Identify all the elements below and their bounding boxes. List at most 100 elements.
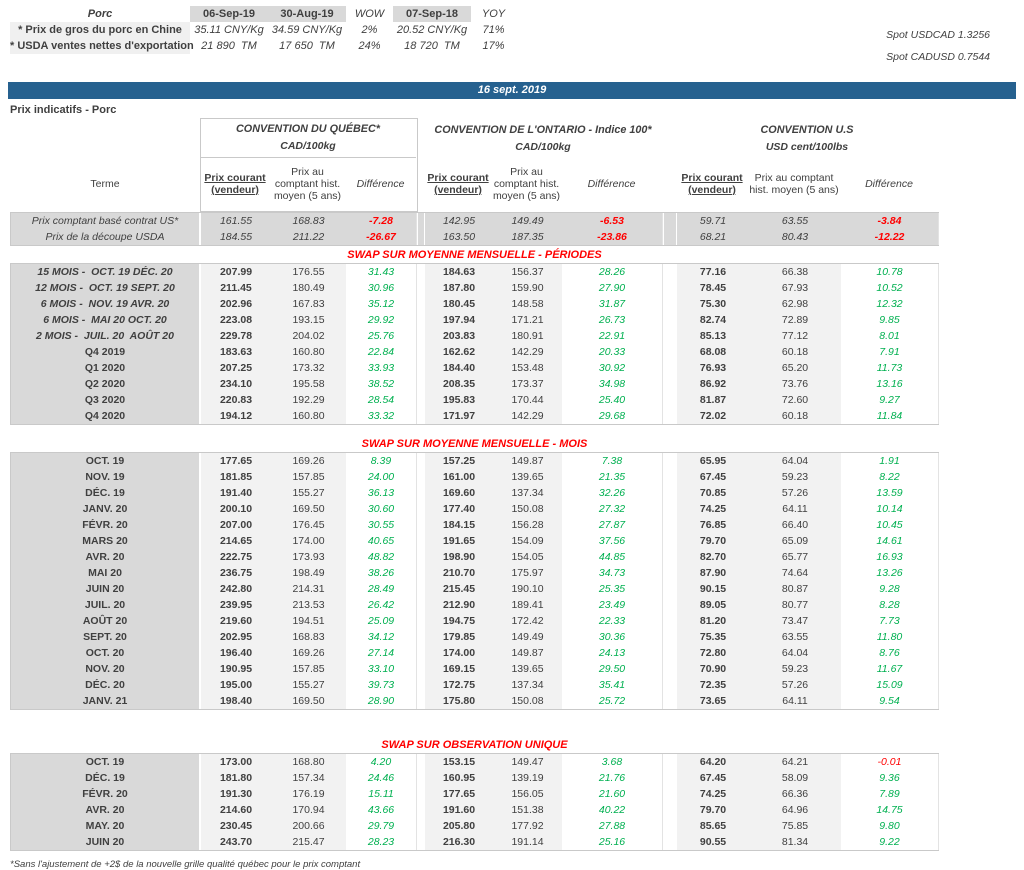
group-unit: CAD/100kg: [515, 140, 571, 153]
hist-price-cell: 80.87: [749, 581, 841, 597]
hist-price-cell: 73.76: [749, 376, 841, 392]
column-header-date1: 06-Sep-19: [190, 6, 268, 22]
hist-price-cell: 64.04: [749, 453, 841, 469]
terme-cell: 6 MOIS - NOV. 19 AVR. 20: [11, 296, 201, 312]
current-price-cell: 162.62: [425, 344, 493, 360]
difference-cell: 11.80: [841, 629, 939, 645]
difference-cell: 24.13: [562, 645, 663, 661]
hist-price-cell: 214.31: [271, 581, 346, 597]
column-header-hist: Prix au comptant hist. moyen (5 ans): [492, 166, 561, 202]
difference-cell: -26.67: [346, 229, 417, 245]
terme-cell: OCT. 19: [11, 453, 201, 469]
hist-price-cell: 74.64: [749, 565, 841, 581]
hist-price-cell: 149.87: [493, 645, 562, 661]
current-price-cell: 181.85: [201, 469, 271, 485]
hist-price-cell: 193.15: [271, 312, 346, 328]
hist-price-cell: 200.66: [271, 818, 346, 834]
difference-cell: 22.33: [562, 613, 663, 629]
group-title: CONVENTION DE L'ONTARIO - Indice 100*: [434, 123, 652, 136]
difference-cell: 27.32: [562, 501, 663, 517]
difference-cell: 28.90: [346, 693, 417, 709]
difference-cell: 4.20: [346, 754, 417, 770]
hist-price-cell: 72.60: [749, 392, 841, 408]
hist-price-cell: 180.91: [493, 328, 562, 344]
value-cell: 35.11 CNY/Kg: [194, 24, 264, 36]
current-price-cell: 222.75: [201, 549, 271, 565]
section-header-observation: SWAP SUR OBSERVATION UNIQUE: [381, 739, 568, 751]
difference-cell: 25.09: [346, 613, 417, 629]
table-row: JANV. 21 198.40 169.50 28.90 175.80 150.08 25.…: [11, 693, 939, 709]
table-row: FÉVR. 20 207.00 176.45 30.55 184.15 156.28 27.…: [11, 517, 939, 533]
current-price-cell: 207.25: [201, 360, 271, 376]
hist-price-cell: 155.27: [271, 485, 346, 501]
difference-cell: 34.12: [346, 629, 417, 645]
terme-cell: JANV. 20: [11, 501, 201, 517]
table-row: AVR. 20 214.60 170.94 43.66 191.60 151.38 40.2…: [11, 802, 939, 818]
current-price-cell: 242.80: [201, 581, 271, 597]
difference-cell: 9.54: [841, 693, 939, 709]
difference-cell: 27.87: [562, 517, 663, 533]
table-row: JUIN 20 243.70 215.47 28.23 216.30 191.14 25.1…: [11, 834, 939, 850]
current-price-cell: 59.71: [677, 213, 749, 229]
hist-price-cell: 180.49: [271, 280, 346, 296]
current-price-cell: 78.45: [677, 280, 749, 296]
current-price-cell: 70.90: [677, 661, 749, 677]
difference-cell: 35.12: [346, 296, 417, 312]
hist-price-cell: 168.80: [271, 754, 346, 770]
current-price-cell: 181.80: [201, 770, 271, 786]
current-price-cell: 205.80: [425, 818, 493, 834]
current-price-cell: 75.30: [677, 296, 749, 312]
terme-cell: 2 MOIS - JUIL. 20 AOÛT 20: [11, 328, 201, 344]
current-price-cell: 85.65: [677, 818, 749, 834]
column-header-hist: Prix au comptant hist. moyen (5 ans): [749, 172, 839, 196]
section-mois: OCT. 19 177.65 169.26 8.39 157.25 149.87 7.38 6…: [10, 452, 939, 710]
table-row: DÉC. 19 181.80 157.34 24.46 160.95 139.19 21.7…: [11, 770, 939, 786]
hist-price-cell: 149.47: [493, 754, 562, 770]
group-spacer: [417, 213, 425, 229]
table-row: 2 MOIS - JUIL. 20 AOÛT 20 229.78 204.02 25.…: [11, 328, 939, 344]
terme-cell: JUIL. 20: [11, 597, 201, 613]
difference-cell: 38.52: [346, 376, 417, 392]
current-price-cell: 191.30: [201, 786, 271, 802]
hist-price-cell: 160.80: [271, 344, 346, 360]
current-price-cell: 161.55: [201, 213, 271, 229]
terme-cell: Q4 2020: [11, 408, 201, 424]
hist-price-cell: 157.85: [271, 469, 346, 485]
difference-cell: 12.32: [841, 296, 939, 312]
current-price-cell: 184.55: [201, 229, 271, 245]
hist-price-cell: 154.05: [493, 549, 562, 565]
current-price-cell: 194.12: [201, 408, 271, 424]
group-spacer: [663, 213, 677, 229]
difference-cell: 7.89: [841, 786, 939, 802]
hist-price-cell: 157.85: [271, 661, 346, 677]
hist-price-cell: 150.08: [493, 501, 562, 517]
difference-cell: 25.72: [562, 693, 663, 709]
hist-price-cell: 64.96: [749, 802, 841, 818]
spot-price-rows: Prix comptant basé contrat US* 161.55 168.…: [10, 212, 939, 246]
hist-price-cell: 139.19: [493, 770, 562, 786]
difference-cell: 11.73: [841, 360, 939, 376]
hist-price-cell: 77.12: [749, 328, 841, 344]
difference-cell: 30.55: [346, 517, 417, 533]
current-price-cell: 198.40: [201, 693, 271, 709]
difference-cell: 9.28: [841, 581, 939, 597]
current-price-cell: 229.78: [201, 328, 271, 344]
difference-cell: 48.82: [346, 549, 417, 565]
group-title: CONVENTION DU QUÉBEC*: [236, 123, 380, 135]
terme-cell: MAY. 20: [11, 818, 201, 834]
current-price-cell: 219.60: [201, 613, 271, 629]
difference-cell: 24.46: [346, 770, 417, 786]
difference-cell: 29.92: [346, 312, 417, 328]
hist-price-cell: 66.36: [749, 786, 841, 802]
